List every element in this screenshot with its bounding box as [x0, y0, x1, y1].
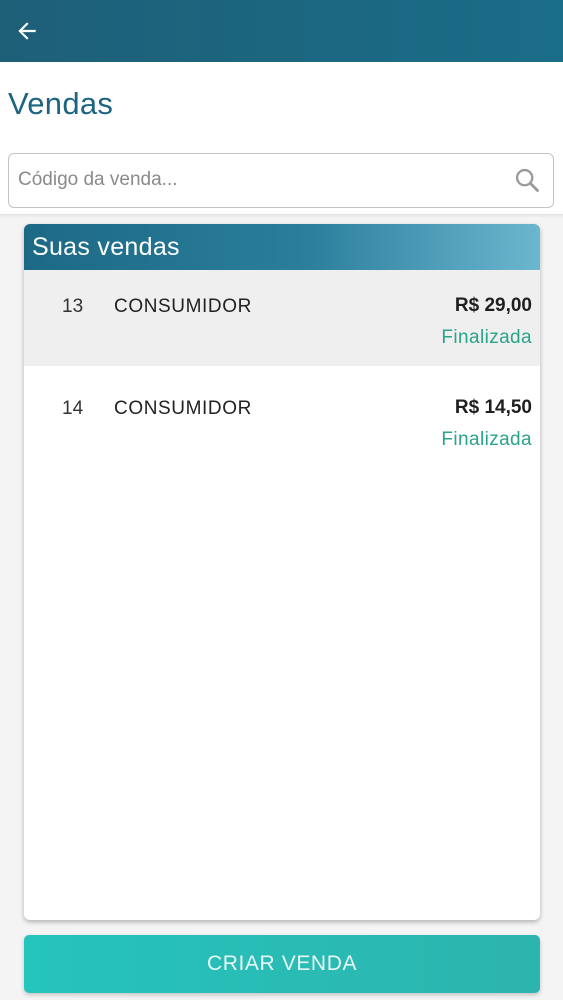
- sale-status: Finalizada: [441, 429, 532, 450]
- app-bar: [0, 0, 563, 62]
- search-icon[interactable]: [513, 166, 541, 194]
- sale-client: CONSUMIDOR: [114, 296, 252, 317]
- sales-card-header: Suas vendas: [24, 224, 540, 270]
- back-button[interactable]: [10, 14, 44, 48]
- sale-client: CONSUMIDOR: [114, 398, 252, 419]
- page-title: Vendas: [8, 86, 114, 121]
- sales-card-title: Suas vendas: [32, 233, 180, 261]
- search-box: [8, 153, 554, 208]
- sale-value: R$ 14,50: [454, 397, 532, 418]
- sales-card: Suas vendas 13 CONSUMIDOR R$ 29,00 Final…: [24, 224, 540, 920]
- create-sale-button[interactable]: CRIAR VENDA: [24, 935, 540, 993]
- sale-row[interactable]: 13 CONSUMIDOR R$ 29,00 Finalizada: [24, 270, 540, 366]
- search-input[interactable]: [18, 154, 498, 206]
- page-header: Vendas: [0, 62, 563, 214]
- sale-status: Finalizada: [441, 327, 532, 348]
- arrow-left-icon: [18, 22, 36, 40]
- header-divider: [0, 214, 563, 218]
- sale-row[interactable]: 14 CONSUMIDOR R$ 14,50 Finalizada: [24, 372, 540, 468]
- sale-id: 13: [62, 296, 84, 317]
- sale-value: R$ 29,00: [454, 295, 532, 316]
- sale-id: 14: [62, 398, 84, 419]
